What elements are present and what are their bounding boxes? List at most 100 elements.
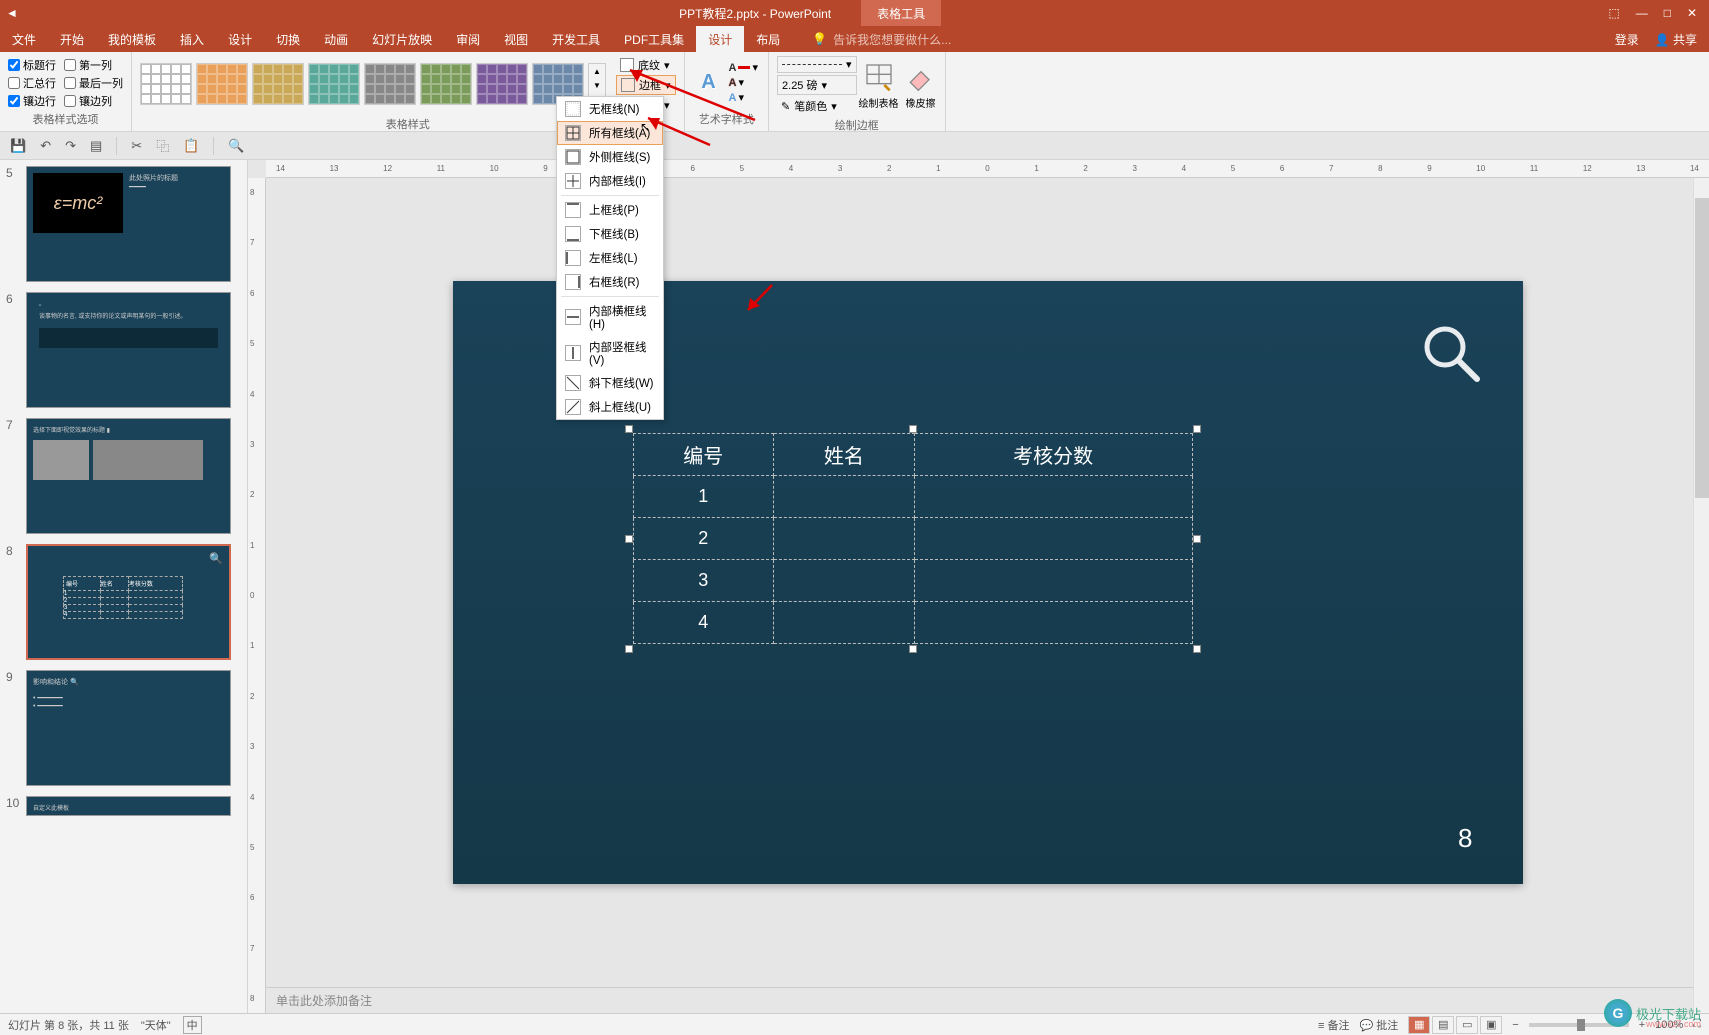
redo-icon[interactable]: ↷	[65, 138, 76, 154]
titlebar-left-icons: ◄	[0, 6, 24, 20]
tab-slideshow[interactable]: 幻灯片放映	[360, 26, 444, 53]
bottom-border-icon	[565, 226, 581, 242]
undo-icon[interactable]: ↶	[40, 138, 51, 154]
shading-dropdown[interactable]: 底纹▾	[616, 56, 676, 74]
slide-thumbnail-panel[interactable]: 5 ε=mc²此处照片的标题━━━━ 6 "谈事物的名言, 或支持你的论文或声明…	[0, 160, 248, 1013]
vertical-scrollbar[interactable]	[1693, 178, 1709, 1013]
tab-pdf-tools[interactable]: PDF工具集	[612, 26, 696, 53]
menu-top-border[interactable]: 上框线(P)	[557, 198, 663, 222]
menu-inside-borders[interactable]: 内部框线(I)	[557, 169, 663, 193]
zoom-out-icon[interactable]: −	[1512, 1019, 1518, 1031]
slide-thumb-9[interactable]: 影响和结论 🔍• ━━━━━━• ━━━━━━	[26, 670, 231, 786]
table-style-2[interactable]	[252, 63, 304, 105]
draw-table-icon	[863, 61, 895, 93]
menu-left-border[interactable]: 左框线(L)	[557, 246, 663, 270]
reading-view-icon[interactable]: ▭	[1456, 1016, 1478, 1034]
tab-design-main[interactable]: 设计	[216, 26, 264, 53]
normal-view-icon[interactable]: ▦	[1408, 1016, 1430, 1034]
pen-style-dropdown[interactable]: ▾	[777, 56, 857, 73]
wordart-quick-style[interactable]: A	[693, 63, 725, 103]
menu-right-border[interactable]: 右框线(R)	[557, 270, 663, 294]
eraser-button[interactable]: 橡皮擦	[905, 61, 937, 110]
table-style-3[interactable]	[308, 63, 360, 105]
table-header-row: 编号 姓名 考核分数	[633, 434, 1192, 476]
table-style-4[interactable]	[364, 63, 416, 105]
header-cell[interactable]: 编号	[633, 434, 774, 476]
slide-thumb-5[interactable]: ε=mc²此处照片的标题━━━━	[26, 166, 231, 282]
checkbox-total-row[interactable]: 汇总行	[8, 75, 56, 91]
table-style-5[interactable]	[420, 63, 472, 105]
tab-my-templates[interactable]: 我的模板	[96, 26, 168, 53]
status-theme: "天体"	[141, 1017, 171, 1033]
chevron-down-icon: ▾	[831, 100, 837, 113]
copy-icon[interactable]: ⿻	[156, 136, 169, 155]
table-style-1[interactable]	[196, 63, 248, 105]
tab-animations[interactable]: 动画	[312, 26, 360, 53]
chevron-down-icon: ▾	[665, 79, 671, 92]
header-cell[interactable]: 姓名	[774, 434, 915, 476]
tab-review[interactable]: 审阅	[444, 26, 492, 53]
checkbox-last-column[interactable]: 最后一列	[64, 75, 123, 91]
chevron-down-icon: ▾	[752, 61, 758, 74]
slideshow-view-icon[interactable]: ▣	[1480, 1016, 1502, 1034]
table-style-6[interactable]	[476, 63, 528, 105]
chevron-down-icon: ▾	[846, 58, 852, 71]
start-slideshow-icon[interactable]: ▤	[90, 138, 102, 154]
login-button[interactable]: 登录	[1615, 31, 1639, 48]
menu-no-border[interactable]: 无框线(N)	[557, 97, 663, 121]
comments-toggle[interactable]: 💬 批注	[1360, 1017, 1399, 1033]
menu-diagonal-down[interactable]: 斜下框线(W)	[557, 371, 663, 395]
tab-developer[interactable]: 开发工具	[540, 26, 612, 53]
window-maximize-icon[interactable]: □	[1664, 6, 1671, 20]
text-outline-dropdown[interactable]: A▾	[729, 76, 758, 89]
menu-diagonal-up[interactable]: 斜上框线(U)	[557, 395, 663, 419]
gallery-up-icon: ▲	[589, 64, 605, 78]
slide-thumb-10[interactable]: 自定义此模板	[26, 796, 231, 816]
context-tab-table-tools: 表格工具	[861, 0, 941, 26]
checkbox-header-row[interactable]: 标题行	[8, 57, 56, 73]
window-close-icon[interactable]: ✕	[1687, 6, 1697, 20]
checkbox-banded-rows[interactable]: 镶边行	[8, 93, 56, 109]
tab-table-design[interactable]: 设计	[696, 26, 744, 53]
cut-icon[interactable]: ✂	[131, 138, 142, 154]
slide-table[interactable]: 编号 姓名 考核分数 1 2 3 4	[633, 433, 1193, 644]
menu-inside-vertical[interactable]: 内部竖框线(V)	[557, 335, 663, 371]
pen-weight-dropdown[interactable]: 2.25 磅▾	[777, 75, 857, 95]
tab-view[interactable]: 视图	[492, 26, 540, 53]
text-fill-dropdown[interactable]: A▾	[729, 61, 758, 74]
menu-inside-horizontal[interactable]: 内部横框线(H)	[557, 299, 663, 335]
tab-transitions[interactable]: 切换	[264, 26, 312, 53]
zoom-icon[interactable]: 🔍	[228, 138, 244, 154]
status-language[interactable]: 中	[183, 1016, 202, 1034]
checkbox-banded-columns[interactable]: 镶边列	[64, 93, 123, 109]
notes-toggle[interactable]: ≡ 备注	[1318, 1017, 1349, 1033]
menu-outside-borders[interactable]: 外侧框线(S)	[557, 145, 663, 169]
tell-me-search[interactable]: 💡 告诉我您想要做什么...	[812, 31, 951, 48]
draw-table-button[interactable]: 绘制表格	[859, 61, 899, 110]
save-icon[interactable]: 💾	[10, 138, 26, 154]
vertical-ruler: 87654321012345678	[248, 178, 266, 1013]
tab-insert[interactable]: 插入	[168, 26, 216, 53]
menu-bottom-border[interactable]: 下框线(B)	[557, 222, 663, 246]
share-button[interactable]: 👤 共享	[1655, 31, 1697, 48]
text-effects-dropdown[interactable]: A▾	[729, 91, 758, 104]
slide-thumb-7[interactable]: 选择下面即视觉效果的标题 ▮	[26, 418, 231, 534]
borders-dropdown[interactable]: 边框▾	[616, 75, 676, 95]
window-minimize-icon[interactable]: —	[1636, 6, 1648, 20]
tab-home[interactable]: 开始	[48, 26, 96, 53]
tab-table-layout[interactable]: 布局	[744, 26, 792, 53]
table-style-none[interactable]	[140, 63, 192, 105]
nav-back-icon[interactable]: ◄	[6, 6, 18, 20]
tab-file[interactable]: 文件	[0, 26, 48, 53]
inside-v-icon	[565, 345, 581, 361]
paste-icon[interactable]: 📋	[183, 138, 199, 154]
ribbon-display-options-icon[interactable]: ⬚	[1608, 6, 1619, 20]
slide-thumb-8[interactable]: 🔍 编号姓名考核分数1234	[26, 544, 231, 660]
slide-thumb-6[interactable]: "谈事物的名言, 或支持你的论文或声明某句的一般引述。	[26, 292, 231, 408]
group-wordart-styles: A A▾ A▾ A▾ 艺术字样式	[685, 52, 769, 131]
notes-placeholder[interactable]: 单击此处添加备注	[266, 987, 1709, 1013]
header-cell[interactable]: 考核分数	[914, 434, 1192, 476]
checkbox-first-column[interactable]: 第一列	[64, 57, 123, 73]
pen-color-dropdown[interactable]: ✎笔颜色▾	[777, 97, 857, 115]
sorter-view-icon[interactable]: ▤	[1432, 1016, 1454, 1034]
